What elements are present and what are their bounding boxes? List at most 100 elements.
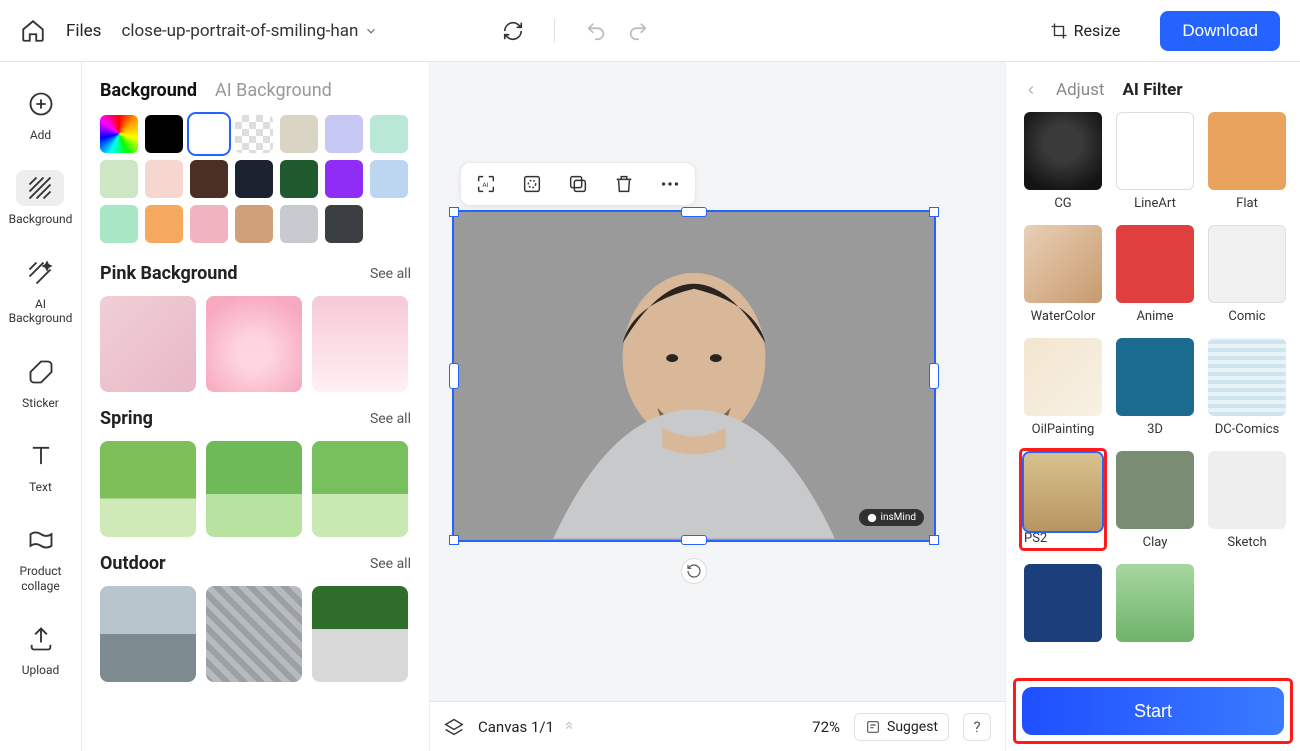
tool-ai-background[interactable]: AI Background — [5, 251, 77, 330]
swatch-seafoam[interactable] — [100, 205, 138, 243]
filter-ps2[interactable]: PS2 — [1024, 451, 1102, 550]
handle-sw[interactable] — [449, 535, 459, 545]
bg-thumb[interactable] — [312, 296, 408, 392]
sync-icon[interactable] — [502, 20, 524, 42]
filter-label: 3D — [1147, 422, 1163, 437]
swatch-white[interactable] — [190, 115, 228, 153]
see-all-link[interactable]: See all — [370, 411, 411, 427]
filter-comic[interactable]: Comic — [1208, 225, 1286, 324]
tool-sticker[interactable]: Sticker — [13, 350, 69, 414]
swatch-navy[interactable] — [235, 160, 273, 198]
swatch-transparent[interactable] — [235, 115, 273, 153]
tool-product-collage[interactable]: Product collage — [13, 518, 69, 597]
redo-icon[interactable] — [627, 20, 649, 42]
filter-item[interactable] — [1116, 564, 1194, 648]
bg-thumb[interactable] — [100, 441, 196, 537]
filter-label: DC-Comics — [1215, 422, 1280, 437]
swatch-charcoal[interactable] — [325, 205, 363, 243]
filter-anime[interactable]: Anime — [1116, 225, 1194, 324]
filter-clay[interactable]: Clay — [1116, 451, 1194, 550]
handle-nw[interactable] — [449, 207, 459, 217]
swatch-rainbow[interactable] — [100, 115, 138, 153]
handle-n[interactable] — [681, 207, 707, 217]
zoom-level[interactable]: 72% — [812, 718, 840, 736]
files-menu[interactable]: Files — [66, 21, 101, 41]
rotate-handle[interactable] — [681, 558, 707, 584]
bg-thumb[interactable] — [312, 586, 408, 682]
tab-ai-filter[interactable]: AI Filter — [1122, 80, 1182, 100]
tab-adjust[interactable]: Adjust — [1056, 80, 1104, 100]
handle-e[interactable] — [929, 363, 939, 389]
crop-square-icon[interactable] — [521, 173, 543, 195]
swatch-lavender[interactable] — [325, 115, 363, 153]
topbar: Files close-up-portrait-of-smiling-han R… — [0, 0, 1300, 62]
see-all-link[interactable]: See all — [370, 556, 411, 572]
chevron-down-icon[interactable] — [364, 24, 378, 38]
swatch-skyblue[interactable] — [370, 160, 408, 198]
handle-w[interactable] — [449, 363, 459, 389]
filter-flat[interactable]: Flat — [1208, 112, 1286, 211]
filter-watercolor[interactable]: WaterColor — [1024, 225, 1102, 324]
swatch-brown[interactable] — [190, 160, 228, 198]
canvas-stage[interactable]: AI — [430, 62, 1005, 701]
text-icon — [27, 442, 55, 470]
selection-box[interactable]: insMind — [452, 210, 936, 542]
bg-thumb[interactable] — [206, 586, 302, 682]
tab-background[interactable]: Background — [100, 80, 197, 101]
tool-background[interactable]: Background — [5, 166, 77, 230]
swatch-mint[interactable] — [370, 115, 408, 153]
more-icon[interactable] — [659, 173, 681, 195]
bg-thumb[interactable] — [100, 586, 196, 682]
swatch-silver[interactable] — [280, 205, 318, 243]
hatch-sparkle-icon — [26, 259, 54, 287]
tab-ai-background[interactable]: AI Background — [215, 80, 332, 101]
swatch-black[interactable] — [145, 115, 183, 153]
handle-ne[interactable] — [929, 207, 939, 217]
canvas-pager[interactable]: Canvas 1/1 — [478, 718, 576, 736]
tool-add[interactable]: Add — [13, 82, 69, 146]
tool-upload[interactable]: Upload — [13, 617, 69, 681]
home-icon[interactable] — [20, 18, 46, 44]
logo-icon — [867, 513, 877, 523]
swatch-pink[interactable] — [190, 205, 228, 243]
swatch-sage[interactable] — [100, 160, 138, 198]
swatch-orange[interactable] — [145, 205, 183, 243]
bg-thumb[interactable] — [206, 296, 302, 392]
filter-item[interactable] — [1024, 564, 1102, 648]
back-icon[interactable] — [1024, 83, 1038, 97]
resize-button[interactable]: Resize — [1050, 21, 1121, 40]
swatch-blush[interactable] — [145, 160, 183, 198]
tool-text[interactable]: Text — [13, 434, 69, 498]
background-panel: Background AI Background Pink Background… — [82, 62, 430, 751]
start-button[interactable]: Start — [1022, 687, 1284, 735]
section-title: Outdoor — [100, 553, 166, 574]
chevron-up-double-icon — [562, 720, 576, 734]
filter-oilpainting[interactable]: OilPainting — [1024, 338, 1102, 437]
swatch-forest[interactable] — [280, 160, 318, 198]
duplicate-icon[interactable] — [567, 173, 589, 195]
swatch-tan[interactable] — [280, 115, 318, 153]
handle-se[interactable] — [929, 535, 939, 545]
filename-dropdown[interactable]: close-up-portrait-of-smiling-han — [121, 21, 358, 41]
download-button[interactable]: Download — [1160, 11, 1280, 51]
swatch-bronze[interactable] — [235, 205, 273, 243]
bg-thumb[interactable] — [206, 441, 302, 537]
layers-icon[interactable] — [444, 717, 464, 737]
collage-icon — [27, 526, 55, 554]
help-button[interactable]: ? — [963, 713, 991, 741]
filter-cg[interactable]: CG — [1024, 112, 1102, 211]
filter-3d[interactable]: 3D — [1116, 338, 1194, 437]
suggest-button[interactable]: Suggest — [854, 713, 949, 741]
see-all-link[interactable]: See all — [370, 266, 411, 282]
swatch-violet[interactable] — [325, 160, 363, 198]
handle-s[interactable] — [681, 535, 707, 545]
filter-dc-comics[interactable]: DC-Comics — [1208, 338, 1286, 437]
bg-thumb[interactable] — [312, 441, 408, 537]
filter-lineart[interactable]: LineArt — [1116, 112, 1194, 211]
filter-sketch[interactable]: Sketch — [1208, 451, 1286, 550]
delete-icon[interactable] — [613, 173, 635, 195]
color-swatches — [100, 115, 411, 243]
ai-expand-icon[interactable]: AI — [475, 173, 497, 195]
bg-thumb[interactable] — [100, 296, 196, 392]
undo-icon[interactable] — [585, 20, 607, 42]
